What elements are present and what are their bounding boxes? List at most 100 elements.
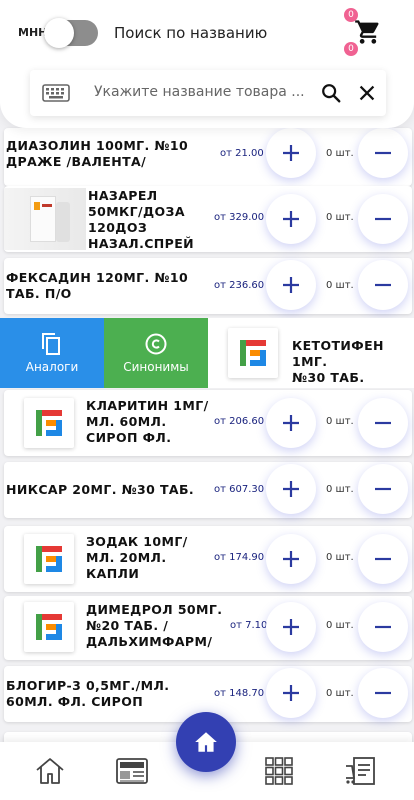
- product-name: КЕТОТИФЕН 1МГ. №30 ТАБ.: [292, 338, 384, 385]
- remove-button[interactable]: [358, 534, 408, 584]
- quantity: 0 шт.: [326, 620, 354, 631]
- add-button[interactable]: [266, 194, 316, 244]
- plus-icon: [283, 211, 299, 227]
- product-row[interactable]: НИКСАР 20МГ. №30 ТАБ. от 607.30 0 шт.: [4, 462, 412, 518]
- remove-button[interactable]: [358, 464, 408, 514]
- pharmacy-logo-icon: [36, 546, 62, 572]
- quantity: 0 шт.: [326, 280, 354, 291]
- product-price: от 236.60: [214, 280, 265, 291]
- quantity: 0 шт.: [326, 148, 354, 159]
- product-name: БЛОГИР-3 0,5МГ./МЛ. 60МЛ. ФЛ. СИРОП: [6, 678, 170, 709]
- product-price: от 148.70: [214, 688, 265, 699]
- copyright-icon: [145, 333, 167, 355]
- grid-icon[interactable]: [264, 756, 294, 786]
- product-price: от 329.00: [214, 212, 265, 223]
- remove-button[interactable]: [358, 398, 408, 448]
- copy-icon: [42, 333, 60, 355]
- screen: МНН Поиск по названию 0 0 Укажите назван…: [0, 0, 414, 800]
- minus-icon: [375, 625, 391, 629]
- product-row-swiped[interactable]: КЕТОТИФЕН 1МГ. №30 ТАБ.: [208, 318, 414, 388]
- product-name: ФЕКСАДИН 120МГ. №10 ТАБ. П/О: [6, 270, 189, 301]
- minus-icon: [375, 487, 391, 491]
- pharmacy-logo-icon: [240, 340, 266, 366]
- remove-button[interactable]: [358, 128, 408, 178]
- minus-icon: [375, 151, 391, 155]
- quantity: 0 шт.: [326, 212, 354, 223]
- close-icon[interactable]: [356, 82, 378, 104]
- keyboard-icon[interactable]: [42, 84, 70, 102]
- search-input[interactable]: Укажите название товара ...: [94, 84, 304, 100]
- product-name: ДИМЕДРОЛ 50МГ. №20 ТАБ. / ДАЛЬХИМФАРМ/: [86, 602, 223, 649]
- search-by-name-label: Поиск по названию: [114, 24, 268, 42]
- product-price: от 607.30: [214, 484, 265, 495]
- product-name: НИКСАР 20МГ. №30 ТАБ.: [6, 482, 195, 497]
- plus-icon: [283, 415, 299, 431]
- plus-icon: [283, 551, 299, 567]
- toggle-knob: [44, 18, 74, 48]
- minus-icon: [375, 421, 391, 425]
- synonyms-action[interactable]: Синонимы: [104, 318, 208, 388]
- product-name: ЗОДАК 10МГ/ МЛ. 20МЛ. КАПЛИ: [86, 534, 188, 581]
- remove-button[interactable]: [358, 260, 408, 310]
- quantity: 0 шт.: [326, 552, 354, 563]
- add-button[interactable]: [266, 602, 316, 652]
- orders-icon[interactable]: [344, 756, 378, 788]
- minus-icon: [375, 283, 391, 287]
- product-price: от 7.10: [230, 620, 268, 631]
- product-price: от 21.00: [220, 148, 264, 159]
- home-outline-icon[interactable]: [34, 756, 66, 786]
- product-price: от 206.60: [214, 416, 265, 427]
- plus-icon: [283, 481, 299, 497]
- add-button[interactable]: [266, 668, 316, 718]
- product-row[interactable]: ДИАЗОЛИН 100МГ. №10 ДРАЖЕ /ВАЛЕНТА/ от 2…: [4, 128, 412, 186]
- product-photo: [4, 188, 86, 250]
- home-fab-button[interactable]: [176, 712, 236, 772]
- product-name: ДИАЗОЛИН 100МГ. №10 ДРАЖЕ /ВАЛЕНТА/: [6, 138, 189, 169]
- analogs-action[interactable]: Аналоги: [0, 318, 104, 388]
- add-button[interactable]: [266, 464, 316, 514]
- product-logo: [24, 602, 74, 652]
- product-row[interactable]: ЗОДАК 10МГ/ МЛ. 20МЛ. КАПЛИ от 174.90 0 …: [4, 526, 412, 592]
- product-name: КЛАРИТИН 1МГ/ МЛ. 60МЛ. СИРОП ФЛ.: [86, 398, 209, 445]
- cart-count-badge: 0: [344, 8, 358, 22]
- product-name: НАЗАРЕЛ 50МКГ/ДОЗА 120ДОЗ НАЗАЛ.СПРЕЙ: [88, 188, 195, 251]
- product-logo: [228, 328, 278, 378]
- quantity: 0 шт.: [326, 688, 354, 699]
- quantity: 0 шт.: [326, 484, 354, 495]
- plus-icon: [283, 685, 299, 701]
- add-button[interactable]: [266, 534, 316, 584]
- product-row[interactable]: НАЗАРЕЛ 50МКГ/ДОЗА 120ДОЗ НАЗАЛ.СПРЕЙ от…: [4, 186, 412, 252]
- product-row[interactable]: ДИМЕДРОЛ 50МГ. №20 ТАБ. / ДАЛЬХИМФАРМ/ о…: [4, 596, 412, 660]
- pharmacy-logo-icon: [36, 614, 62, 640]
- product-row[interactable]: ФЕКСАДИН 120МГ. №10 ТАБ. П/О от 236.60 0…: [4, 258, 412, 314]
- header: МНН Поиск по названию 0 0 Укажите назван…: [0, 0, 414, 128]
- quantity: 0 шт.: [326, 416, 354, 427]
- product-price: от 174.90: [214, 552, 265, 563]
- remove-button[interactable]: [358, 668, 408, 718]
- add-button[interactable]: [266, 398, 316, 448]
- remove-button[interactable]: [358, 194, 408, 244]
- cart-icon: [355, 20, 379, 44]
- news-icon[interactable]: [114, 756, 150, 786]
- analogs-label: Аналоги: [25, 360, 79, 374]
- home-icon: [195, 732, 217, 752]
- product-logo: [24, 534, 74, 584]
- remove-button[interactable]: [358, 602, 408, 652]
- product-logo: [24, 398, 74, 448]
- minus-icon: [375, 691, 391, 695]
- search-icon[interactable]: [320, 82, 342, 104]
- minus-icon: [375, 217, 391, 221]
- plus-icon: [283, 145, 299, 161]
- cart-button[interactable]: 0 0: [344, 8, 392, 58]
- cart-sum-badge: 0: [344, 42, 358, 56]
- synonyms-label: Синонимы: [123, 360, 189, 374]
- plus-icon: [283, 277, 299, 293]
- pharmacy-logo-icon: [36, 410, 62, 436]
- add-button[interactable]: [266, 260, 316, 310]
- search-bar: Укажите название товара ...: [30, 70, 386, 116]
- product-row[interactable]: КЛАРИТИН 1МГ/ МЛ. 60МЛ. СИРОП ФЛ. от 206…: [4, 390, 412, 456]
- add-button[interactable]: [266, 128, 316, 178]
- plus-icon: [283, 619, 299, 635]
- minus-icon: [375, 557, 391, 561]
- search-mode-toggle[interactable]: [44, 18, 98, 48]
